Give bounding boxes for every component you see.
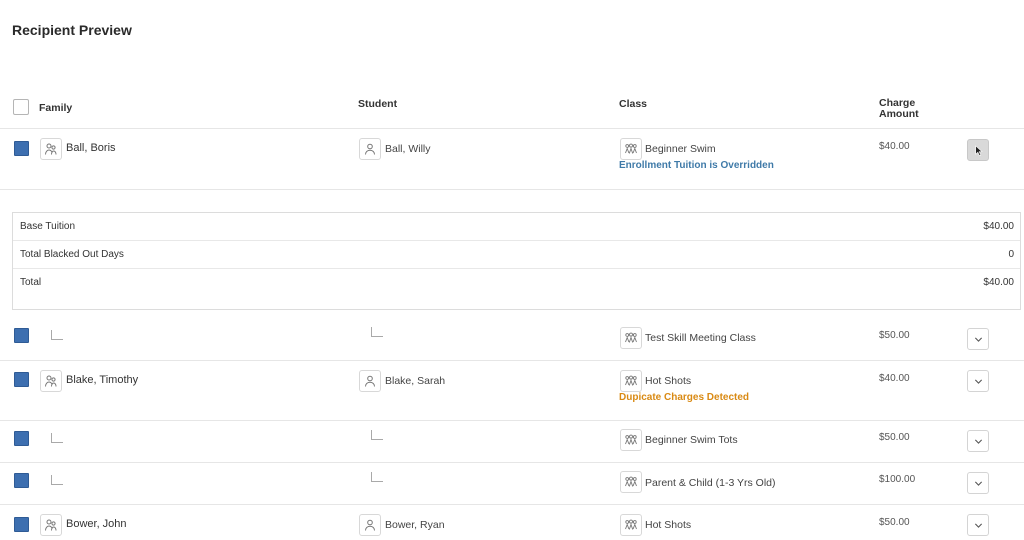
family-icon xyxy=(40,370,62,392)
class-name: Hot Shots xyxy=(645,375,692,387)
table-row[interactable]: Bower, John Bower, Ryan Hot Shots $50.00 xyxy=(0,505,1024,540)
chevron-down-icon xyxy=(974,337,982,342)
family-icon xyxy=(40,514,62,536)
chevron-down-icon xyxy=(974,481,982,486)
group-icon xyxy=(620,138,642,160)
person-icon xyxy=(359,514,381,536)
breakdown-value: 0 xyxy=(1008,249,1014,260)
collapse-row-button[interactable] xyxy=(967,139,989,161)
select-all-checkbox[interactable] xyxy=(13,99,29,115)
column-header-family[interactable]: Family xyxy=(39,102,72,114)
chevron-down-icon xyxy=(974,379,982,384)
row-checkbox[interactable] xyxy=(14,473,29,488)
expand-row-button[interactable] xyxy=(967,472,989,494)
breakdown-row-blacked-out-days: Total Blacked Out Days 0 xyxy=(13,241,1020,269)
breakdown-label: Total Blacked Out Days xyxy=(20,249,124,260)
column-header-charge-amount[interactable]: Charge Amount xyxy=(879,98,927,120)
person-icon xyxy=(359,370,381,392)
expand-row-button[interactable] xyxy=(967,328,989,350)
column-header-class[interactable]: Class xyxy=(619,98,647,110)
table-row[interactable]: Ball, Boris Ball, Willy Beginner Swim En… xyxy=(0,129,1024,189)
student-name: Bower, Ryan xyxy=(385,519,445,531)
student-name: Blake, Sarah xyxy=(385,375,446,387)
person-icon xyxy=(359,138,381,160)
table-row[interactable]: Beginner Swim Tots $50.00 xyxy=(0,421,1024,462)
breakdown-label: Base Tuition xyxy=(20,221,76,232)
child-row-connector xyxy=(51,330,63,340)
breakdown-value: $40.00 xyxy=(983,221,1014,232)
class-name: Beginner Swim xyxy=(645,143,716,155)
breakdown-row-base-tuition: Base Tuition $40.00 xyxy=(13,213,1020,241)
child-row-connector xyxy=(51,475,63,485)
charge-amount: $40.00 xyxy=(879,141,910,152)
row-checkbox[interactable] xyxy=(14,431,29,446)
page-title: Recipient Preview xyxy=(12,22,132,38)
column-header-student[interactable]: Student xyxy=(358,98,397,110)
family-name: Bower, John xyxy=(66,518,127,530)
family-name: Ball, Boris xyxy=(66,142,116,154)
group-icon xyxy=(620,471,642,493)
breakdown-value: $40.00 xyxy=(983,277,1014,288)
expand-row-button[interactable] xyxy=(967,514,989,536)
row-checkbox[interactable] xyxy=(14,372,29,387)
child-row-connector xyxy=(51,433,63,443)
breakdown-row-total: Total $40.00 xyxy=(13,269,1020,297)
tuition-breakdown-panel: Base Tuition $40.00 Total Blacked Out Da… xyxy=(12,212,1021,310)
class-name: Beginner Swim Tots xyxy=(645,434,738,446)
table-row[interactable]: Parent & Child (1-3 Yrs Old) $100.00 xyxy=(0,463,1024,504)
charge-amount: $50.00 xyxy=(879,432,910,443)
group-icon xyxy=(620,370,642,392)
class-name: Test Skill Meeting Class xyxy=(645,332,756,344)
class-name: Hot Shots xyxy=(645,519,692,531)
child-row-connector xyxy=(371,472,383,482)
table-row[interactable]: Test Skill Meeting Class $50.00 xyxy=(0,319,1024,360)
group-icon xyxy=(620,429,642,451)
expand-row-button[interactable] xyxy=(967,370,989,392)
child-row-connector xyxy=(371,430,383,440)
row-checkbox[interactable] xyxy=(14,141,29,156)
cursor-arrow-icon xyxy=(974,144,983,156)
student-name: Ball, Willy xyxy=(385,143,431,155)
chevron-down-icon xyxy=(974,523,982,528)
class-name: Parent & Child (1-3 Yrs Old) xyxy=(645,477,776,489)
charge-amount: $50.00 xyxy=(879,517,910,528)
group-icon xyxy=(620,327,642,349)
charge-amount: $50.00 xyxy=(879,330,910,341)
table-row[interactable]: Blake, Timothy Blake, Sarah Hot Shots Du… xyxy=(0,361,1024,420)
row-divider xyxy=(0,189,1024,190)
row-checkbox[interactable] xyxy=(14,328,29,343)
child-row-connector xyxy=(371,327,383,337)
group-icon xyxy=(620,514,642,536)
charge-amount: $100.00 xyxy=(879,474,916,485)
charge-amount: $40.00 xyxy=(879,373,910,384)
breakdown-label: Total xyxy=(20,277,42,288)
row-checkbox[interactable] xyxy=(14,517,29,532)
override-notice: Enrollment Tuition is Overridden xyxy=(619,160,774,171)
family-name: Blake, Timothy xyxy=(66,374,139,386)
expand-row-button[interactable] xyxy=(967,430,989,452)
duplicate-charges-warning: Dupicate Charges Detected xyxy=(619,392,750,403)
family-icon xyxy=(40,138,62,160)
chevron-down-icon xyxy=(974,439,982,444)
